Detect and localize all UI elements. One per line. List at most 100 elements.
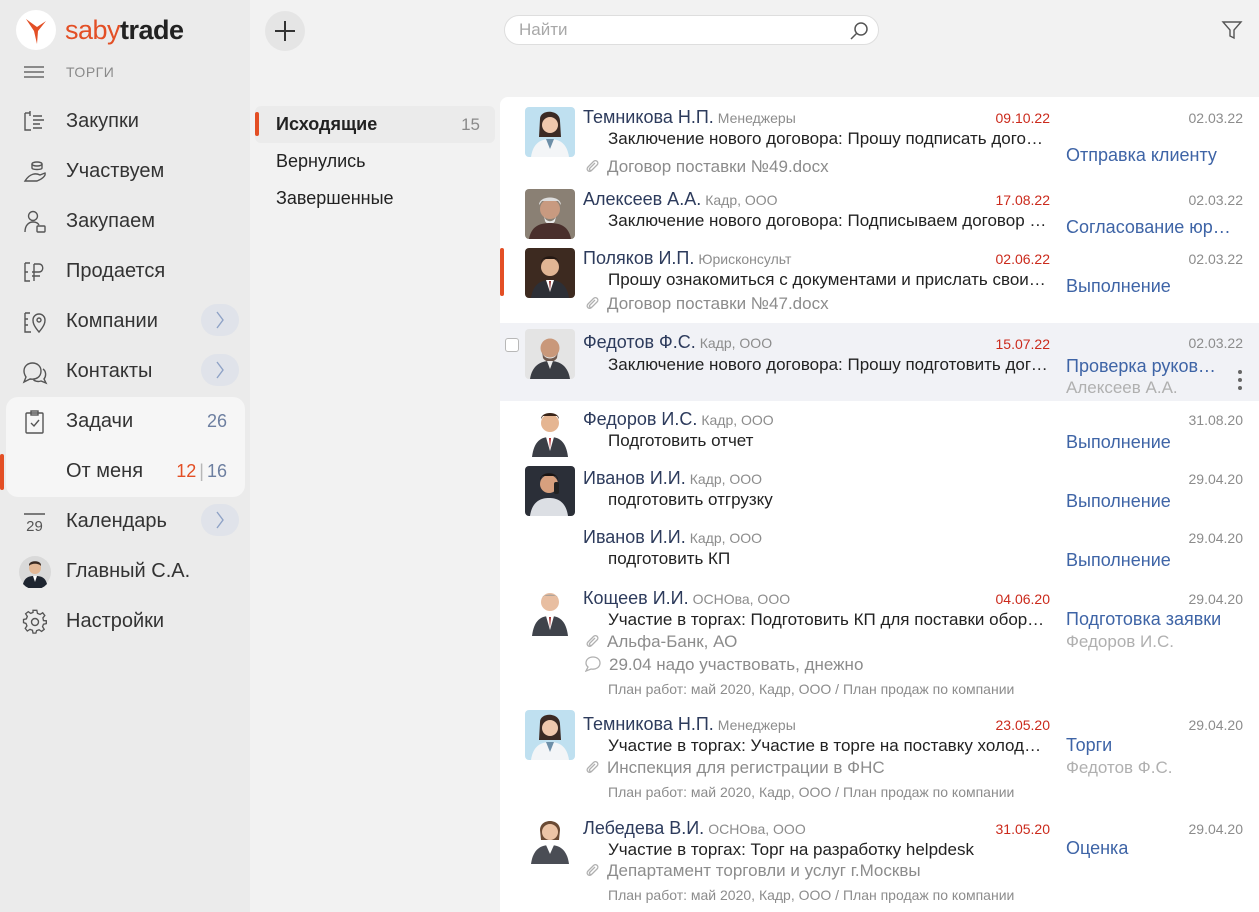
- menu-icon[interactable]: [24, 66, 44, 78]
- task-stage[interactable]: Торги: [1066, 735, 1234, 756]
- sidebar-item-label: Контакты: [66, 359, 153, 382]
- author-role: Менеджеры: [717, 110, 796, 126]
- sidebar-item-purchases[interactable]: Закупки: [0, 96, 245, 146]
- task-author[interactable]: Темникова Н.П. Менеджеры: [583, 714, 796, 735]
- paperclip-icon: [586, 160, 599, 172]
- task-author[interactable]: Иванов И.И. Кадр, ООО: [583, 468, 762, 489]
- task-stage[interactable]: Выполнение: [1066, 491, 1234, 512]
- task-stage[interactable]: Оценка: [1066, 838, 1234, 859]
- task-attachment[interactable]: Альфа-Банк, АО: [585, 632, 737, 652]
- overdue-count: 12: [176, 460, 197, 481]
- sidebar-item-label: От меня: [66, 459, 144, 482]
- task-stage[interactable]: Выполнение: [1066, 550, 1234, 571]
- task-description: подготовить КП: [608, 549, 731, 568]
- author-name: Темникова Н.П.: [583, 107, 714, 127]
- task-row[interactable]: Темникова Н.П. Менеджеры 09.10.22 02.03.2…: [500, 107, 1259, 185]
- sidebar-item-label: Главный С.А.: [66, 559, 191, 582]
- task-author[interactable]: Федоров И.С. Кадр, ООО: [583, 409, 774, 430]
- more-options-icon[interactable]: [1237, 370, 1243, 394]
- task-date: 02.03.22: [1188, 251, 1244, 267]
- task-row[interactable]: Алексеев А.А. Кадр, ООО 17.08.22 02.03.22…: [500, 189, 1259, 247]
- add-task-button[interactable]: [265, 11, 305, 51]
- task-plan[interactable]: План работ: май 2020, Кадр, ООО / План п…: [608, 681, 1050, 697]
- building-pin-icon: [24, 312, 46, 334]
- author-name: Лебедева В.И.: [583, 818, 705, 838]
- buyer-icon: [24, 210, 46, 233]
- task-attachment[interactable]: Договор поставки №47.docx: [585, 294, 829, 314]
- task-description: Заключение нового договора: Подписываем …: [608, 211, 1050, 230]
- task-row[interactable]: Иванов И.И. Кадр, ООО 29.04.20 подготовит…: [500, 527, 1259, 585]
- comment-text: 29.04 надо участвовать, днежно: [609, 655, 864, 674]
- task-author[interactable]: Кощеев И.И. ОСНОва, ООО: [583, 588, 790, 609]
- expand-contacts-button[interactable]: [201, 354, 239, 386]
- task-stage[interactable]: Выполнение: [1066, 276, 1234, 297]
- sidebar-item-calendar[interactable]: 29 Календарь: [0, 496, 245, 546]
- sidebar-item-profile[interactable]: Главный С.А.: [0, 546, 245, 596]
- task-date: 31.08.20: [1188, 412, 1244, 428]
- search-box: [504, 15, 879, 45]
- task-attachment[interactable]: Договор поставки №49.docx: [585, 157, 829, 177]
- task-stage[interactable]: Отправка клиенту: [1066, 145, 1234, 166]
- author-name: Иванов И.И.: [583, 527, 686, 547]
- folder-count: 15: [461, 114, 480, 134]
- sidebar-item-buying[interactable]: Закупаем: [0, 196, 245, 246]
- task-stage[interactable]: Проверка руководителем: [1066, 356, 1224, 377]
- row-checkbox[interactable]: [505, 338, 519, 352]
- sidebar-item-participate[interactable]: Участвуем: [0, 146, 245, 196]
- search-input[interactable]: [519, 20, 839, 40]
- attachment-name: Департамент торговли и услуг г.Москвы: [607, 861, 921, 880]
- logo[interactable]: sabytrade: [16, 10, 184, 50]
- search-icon[interactable]: [848, 20, 870, 42]
- sidebar-item-tasks[interactable]: Задачи 26: [0, 396, 245, 446]
- task-row[interactable]: Поляков И.П. Юрисконсульт 02.06.22 02.03.…: [500, 248, 1259, 324]
- expand-companies-button[interactable]: [201, 304, 239, 336]
- task-author[interactable]: Поляков И.П. Юрисконсульт: [583, 248, 791, 269]
- task-plan[interactable]: План работ: май 2020, Кадр, ООО / План п…: [608, 784, 1050, 800]
- sidebar-item-selling[interactable]: Продается: [0, 246, 245, 296]
- task-attachment[interactable]: Департамент торговли и услуг г.Москвы: [585, 861, 921, 881]
- section-header: ТОРГИ: [24, 64, 114, 80]
- task-date: 02.03.22: [1188, 192, 1244, 208]
- task-attachment[interactable]: Инспекция для регистрации в ФНС: [585, 758, 885, 778]
- folder-list: Исходящие 15 Вернулись Завершенные: [255, 106, 495, 217]
- author-role: Менеджеры: [717, 717, 796, 733]
- expand-calendar-button[interactable]: [201, 504, 239, 536]
- task-author[interactable]: Иванов И.И. Кадр, ООО: [583, 527, 762, 548]
- sidebar-item-companies[interactable]: Компании: [0, 296, 245, 346]
- task-deadline: 15.07.22: [995, 336, 1051, 352]
- sidebar-item-label: Задачи: [66, 409, 134, 432]
- task-author[interactable]: Алексеев А.А. Кадр, ООО: [583, 189, 778, 210]
- folder-outgoing[interactable]: Исходящие 15: [255, 106, 495, 143]
- sidebar-item-from-me[interactable]: От меня 12 | 16: [0, 446, 245, 496]
- filter-icon[interactable]: [1221, 19, 1243, 41]
- sidebar-item-contacts[interactable]: Контакты: [0, 346, 245, 396]
- folder-returned[interactable]: Вернулись: [255, 143, 495, 180]
- paperclip-icon: [586, 864, 599, 876]
- folder-completed[interactable]: Завершенные: [255, 180, 495, 217]
- paperclip-icon: [586, 761, 599, 773]
- paperclip-icon: [586, 635, 599, 647]
- task-author[interactable]: Лебедева В.И. ОСНОва, ООО: [583, 818, 806, 839]
- task-row[interactable]: Иванов И.И. Кадр, ООО 29.04.20 подготовит…: [500, 466, 1259, 526]
- attachment-name: Договор поставки №47.docx: [607, 294, 829, 313]
- task-plan[interactable]: План работ: май 2020, Кадр, ООО / План п…: [608, 887, 1050, 903]
- task-author[interactable]: Темникова Н.П. Менеджеры: [583, 107, 796, 128]
- folder-label: Исходящие: [276, 114, 378, 134]
- task-stage[interactable]: Согласование юридическим отделом: [1066, 217, 1234, 238]
- task-stage[interactable]: Выполнение: [1066, 432, 1234, 453]
- sidebar-item-settings[interactable]: Настройки: [0, 596, 245, 646]
- task-row[interactable]: Кощеев И.И. ОСНОва, ООО 04.06.20 29.04.20…: [500, 586, 1259, 700]
- sidebar: sabytrade ТОРГИ Закупки Участвуем Закупа…: [0, 0, 250, 912]
- task-row[interactable]: Федотов Ф.С. Кадр, ООО 15.07.22 02.03.22 …: [500, 323, 1259, 401]
- task-row[interactable]: Темникова Н.П. Менеджеры 23.05.20 29.04.2…: [500, 710, 1259, 806]
- task-comment[interactable]: 29.04 надо участвовать, днежно: [585, 655, 863, 675]
- task-row[interactable]: Федоров И.С. Кадр, ООО 31.08.20 Подготови…: [500, 407, 1259, 467]
- task-deadline: 09.10.22: [995, 110, 1051, 126]
- user-avatar: [19, 556, 51, 588]
- task-stage[interactable]: Подготовка заявки: [1066, 609, 1234, 630]
- calendar-icon: 29: [24, 513, 45, 535]
- task-row[interactable]: Лебедева В.И. ОСНОва, ООО 31.05.20 29.04.…: [500, 814, 1259, 912]
- user-avatar: [525, 814, 575, 864]
- task-deadline: 02.06.22: [995, 251, 1051, 267]
- task-author[interactable]: Федотов Ф.С. Кадр, ООО: [583, 332, 772, 353]
